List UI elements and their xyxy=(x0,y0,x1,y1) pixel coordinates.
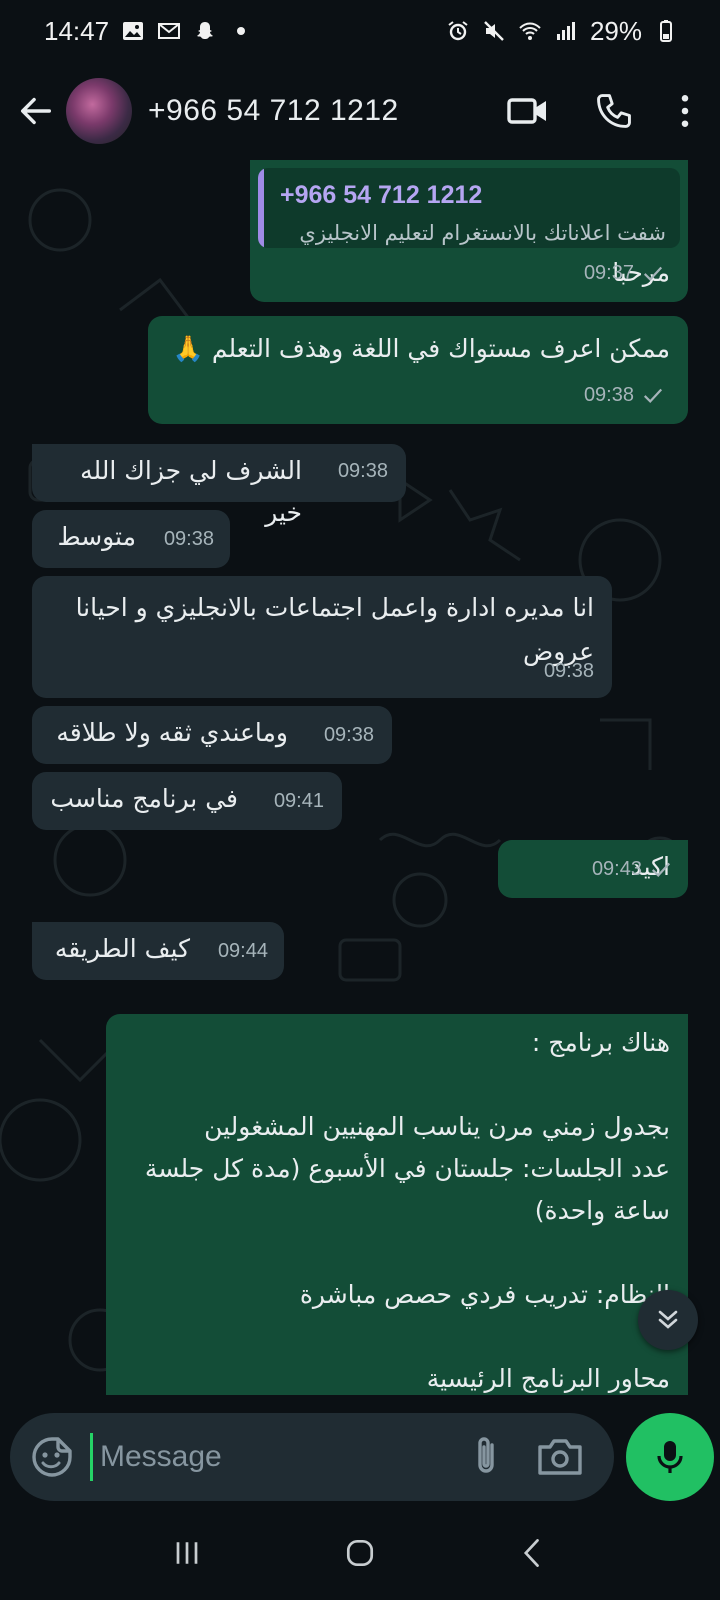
status-bar-left: 14:47 xyxy=(44,16,253,47)
battery-icon xyxy=(654,19,678,43)
mute-icon xyxy=(482,19,506,43)
sent-check-icon xyxy=(643,388,663,404)
message-bubble-outgoing[interactable]: ممكن اعرف مستواك في اللغة وهذف التعلم 🙏 … xyxy=(148,316,688,424)
message-bubble-incoming[interactable]: متوسط 09:38 xyxy=(32,510,230,568)
sent-check-icon xyxy=(643,266,663,282)
recent-apps-icon xyxy=(176,1541,198,1564)
status-bar-right: 29% xyxy=(446,16,678,47)
message-bubble-incoming[interactable]: الشرف لي جزاك الله خير 09:38 xyxy=(32,444,406,527)
battery-percent: 29% xyxy=(589,15,642,46)
message-input[interactable] xyxy=(100,1427,430,1487)
image-icon xyxy=(121,19,145,43)
back-button[interactable] xyxy=(6,81,66,141)
message-text: انا مديره ادارة واعمل اجتماعات بالانجليز… xyxy=(75,593,594,666)
message-time: 09:38 xyxy=(543,660,594,682)
message-time: 09:41 xyxy=(273,790,324,812)
avatar[interactable] xyxy=(66,78,132,144)
message-bubble-incoming[interactable]: انا مديره ادارة واعمل اجتماعات بالانجليز… xyxy=(32,576,612,698)
text-caret xyxy=(90,1433,93,1481)
chat-header: +966 54 712 1212 xyxy=(0,62,720,160)
message-meta: 09:38 xyxy=(544,650,594,692)
message-line xyxy=(124,1064,670,1106)
camera-icon xyxy=(538,1439,582,1475)
message-line: النظام: تدريب فردي حصص مباشرة xyxy=(299,1280,670,1309)
scroll-to-bottom-button[interactable] xyxy=(638,1290,698,1350)
message-meta: 09:38 xyxy=(584,374,664,416)
message-time: 09:38 xyxy=(583,384,634,406)
back-nav-icon xyxy=(524,1538,540,1567)
message-meta: 09:41 xyxy=(274,780,324,822)
home-button[interactable] xyxy=(330,1523,390,1583)
message-line: محاور البرنامج الرئيسية xyxy=(426,1364,670,1393)
message-line xyxy=(124,1232,670,1274)
sent-check-icon xyxy=(651,862,671,878)
wifi-icon xyxy=(518,19,542,43)
camera-button[interactable] xyxy=(534,1433,586,1481)
attachment-icon xyxy=(478,1437,494,1473)
phone-call-icon xyxy=(597,94,631,128)
quote-accent-bar xyxy=(258,168,264,248)
chat-area[interactable]: +966 54 712 1212 شفت اعلاناتك بالانستغرا… xyxy=(0,160,720,1395)
arrow-left-icon xyxy=(20,97,52,125)
double-chevron-down-icon xyxy=(658,1310,678,1329)
snapchat-icon xyxy=(193,19,217,43)
signal-icon xyxy=(554,19,578,43)
message-meta: 09:38 xyxy=(324,714,374,756)
emoji-icon xyxy=(32,1437,72,1477)
recent-apps-button[interactable] xyxy=(157,1523,217,1583)
back-nav-button[interactable] xyxy=(503,1523,563,1583)
quoted-sender: +966 54 712 1212 xyxy=(280,181,483,209)
home-icon xyxy=(346,1539,374,1566)
gmail-icon xyxy=(157,19,181,43)
message-meta: 09:44 xyxy=(218,930,268,972)
more-options-icon xyxy=(681,95,689,127)
message-time: 09:37 xyxy=(583,262,634,284)
microphone-icon xyxy=(657,1441,683,1473)
message-time: 09:44 xyxy=(217,940,268,962)
message-input-container xyxy=(10,1413,614,1501)
message-line: بجدول زمني مرن يناسب المهنيين المشغولين xyxy=(204,1112,670,1141)
message-bubble-incoming[interactable]: في برنامج مناسب 09:41 xyxy=(32,772,342,830)
system-nav-bar xyxy=(0,1505,720,1600)
emoji-button[interactable] xyxy=(28,1433,76,1481)
status-time: 14:47 xyxy=(44,15,110,46)
video-call-button[interactable] xyxy=(498,81,558,141)
message-line: هناك برنامج : xyxy=(531,1028,670,1057)
message-meta: 09:38 xyxy=(164,518,214,560)
contact-name[interactable]: +966 54 712 1212 xyxy=(148,94,399,128)
phone-call-button[interactable] xyxy=(584,81,644,141)
message-time: 09:38 xyxy=(323,724,374,746)
video-call-icon xyxy=(507,98,546,124)
status-bar: 14:47 29% xyxy=(0,0,720,62)
message-bubble-outgoing[interactable]: هناك برنامج : بجدول زمني مرن يناسب المهن… xyxy=(106,1014,688,1395)
quoted-message[interactable]: +966 54 712 1212 شفت اعلاناتك بالانستغرا… xyxy=(258,168,680,248)
message-line: عدد الجلسات: جلستان في الأسبوع (مدة كل ج… xyxy=(144,1154,670,1183)
message-time: 09:43 xyxy=(591,858,642,880)
message-meta: 09:43 xyxy=(592,848,672,890)
dot-icon xyxy=(229,19,253,43)
voice-message-button[interactable] xyxy=(626,1413,714,1501)
message-time: 09:38 xyxy=(163,528,214,550)
more-options-button[interactable] xyxy=(670,81,700,141)
message-bubble-outgoing[interactable]: اكيد 09:43 xyxy=(498,840,688,898)
attach-button[interactable] xyxy=(462,1433,510,1481)
message-bubble-outgoing[interactable]: +966 54 712 1212 شفت اعلاناتك بالانستغرا… xyxy=(250,160,688,302)
message-line: ساعة واحدة) xyxy=(534,1196,670,1225)
header-actions xyxy=(498,62,700,160)
message-line xyxy=(124,1316,670,1358)
message-text: ممكن اعرف مستواك في اللغة وهذف التعلم 🙏 xyxy=(172,334,670,363)
alarm-icon xyxy=(446,19,470,43)
quoted-text: شفت اعلاناتك بالانستغرام لتعليم الانجليز… xyxy=(299,221,666,245)
message-meta: 09:38 xyxy=(338,450,388,492)
message-composer xyxy=(0,1395,720,1505)
message-time: 09:38 xyxy=(337,460,388,482)
message-bubble-incoming[interactable]: وماعندي ثقه ولا طلاقه 09:38 xyxy=(32,706,392,764)
message-meta: 09:37 xyxy=(584,252,664,294)
message-bubble-incoming[interactable]: كيف الطريقه 09:44 xyxy=(32,922,284,980)
